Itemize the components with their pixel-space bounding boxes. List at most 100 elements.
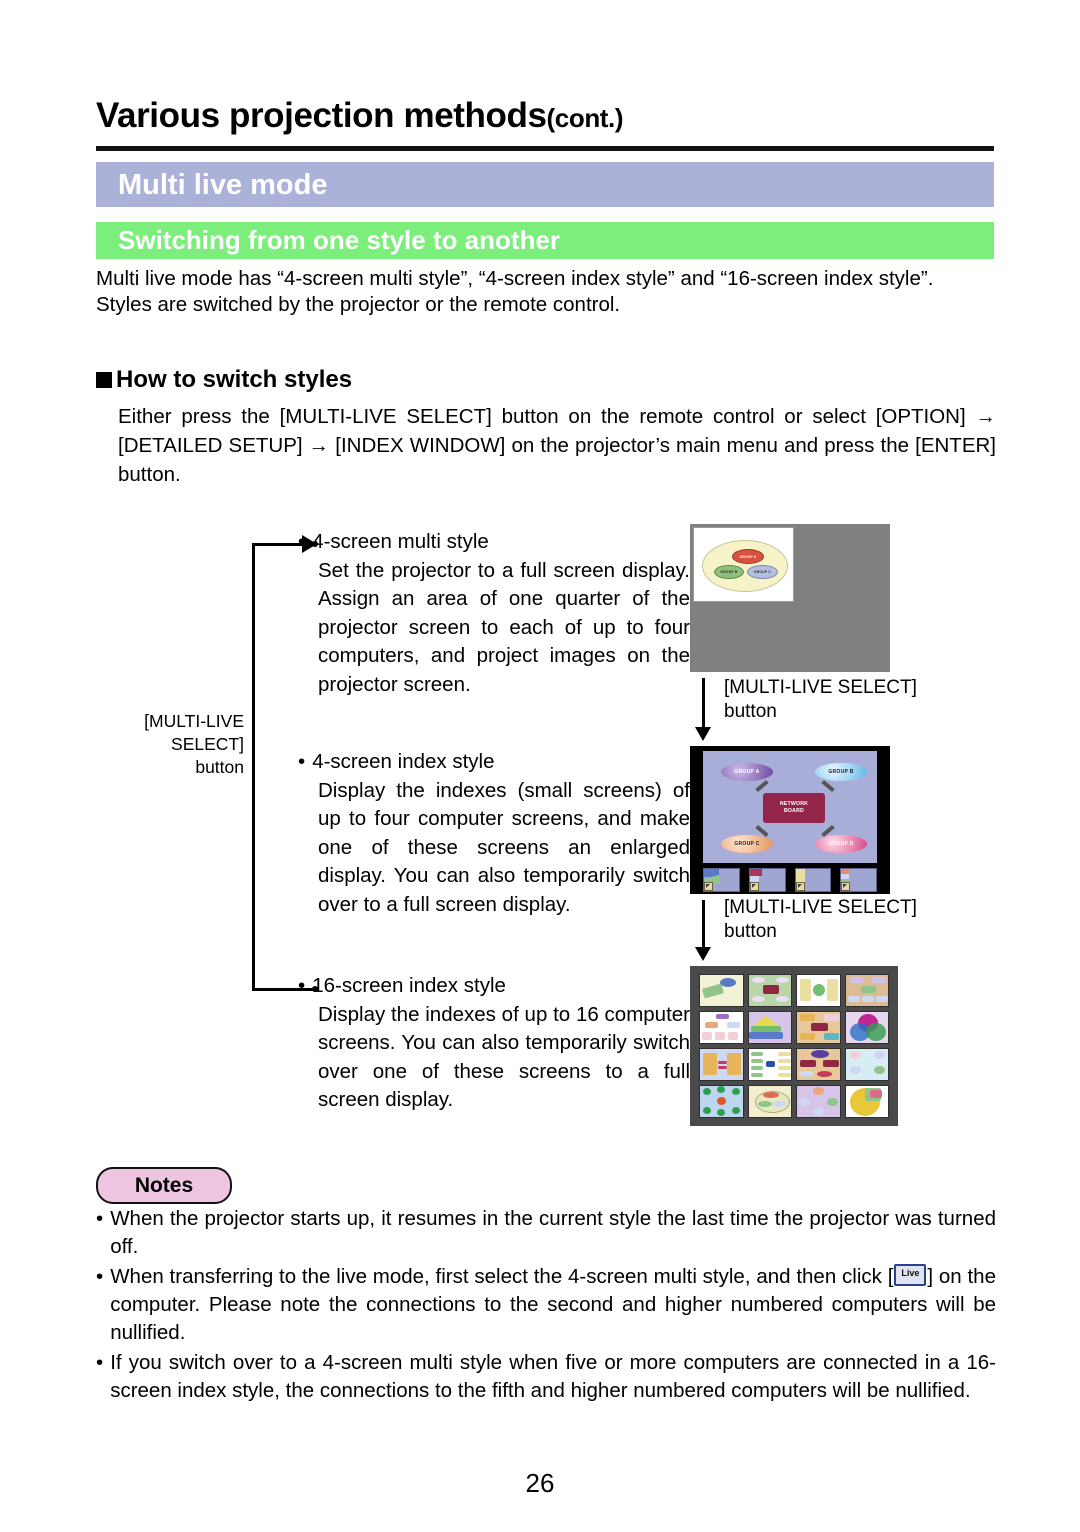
thumbnail-1-number-icon <box>704 882 713 891</box>
live-button-icon-label: Live <box>901 1268 920 1278</box>
subsection-bar: Switching from one style to another <box>96 222 994 259</box>
network-board-line2: BOARD <box>783 808 805 814</box>
network-board-line1: NETWORK <box>779 801 809 807</box>
page-title: Various projection methods(cont.) <box>96 96 996 136</box>
subsection-bar-label: Switching from one style to another <box>118 225 561 255</box>
intro-line-1: Multi live mode has “4-screen multi styl… <box>96 267 934 290</box>
intro-paragraphs: Multi live mode has “4-screen multi styl… <box>96 266 996 318</box>
group-a-ellipse: GROUP A <box>732 549 764 564</box>
grid-cell-11[interactable] <box>796 1048 841 1081</box>
thumbnail-2[interactable] <box>748 868 786 892</box>
grid-cell-12[interactable] <box>844 1048 889 1081</box>
howto-paragraph-text: Either press the [MULTI-LIVE SELECT] but… <box>118 405 996 486</box>
notes-list: • When the projector starts up, it resum… <box>96 1205 996 1407</box>
screenshot-16screen-index <box>690 966 898 1126</box>
left-label-line-3: button <box>195 757 244 777</box>
howto-heading: How to switch styles <box>96 366 352 394</box>
howto-heading-label: How to switch styles <box>116 366 353 393</box>
grid-cell-16[interactable] <box>844 1085 889 1118</box>
title-rule <box>96 146 994 151</box>
thumbnail-3[interactable] <box>794 868 832 892</box>
transition-label-2-line2: button <box>724 921 777 942</box>
group-b-ellipse: GROUP B <box>714 565 744 579</box>
styles-diagram: [MULTI-LIVE SELECT] button • 4-screen mu… <box>96 520 996 1150</box>
note-item: • When the projector starts up, it resum… <box>96 1205 996 1261</box>
grid-cell-6[interactable] <box>747 1011 792 1044</box>
grid-cell-3[interactable] <box>796 974 841 1007</box>
transition-arrow-2-icon <box>695 900 711 961</box>
thumbnail-2-number-icon <box>749 882 759 891</box>
thumbnail-1[interactable] <box>703 868 740 892</box>
index4-main-screen: GROUP A GROUP B GROUP C GROUP D NETWORK … <box>703 751 877 863</box>
note-bullet-3: • <box>96 1351 104 1374</box>
transition-label-1-line2: button <box>724 701 777 722</box>
square-bullet-icon <box>96 372 112 388</box>
index16-grid <box>699 974 889 1118</box>
nb-arrow-b-icon <box>821 779 835 793</box>
bullet-marker-3: • <box>298 974 306 997</box>
grid-cell-1[interactable] <box>699 974 744 1007</box>
group-d-node: GROUP D <box>815 835 867 853</box>
bullet-marker-1: • <box>298 530 306 553</box>
group-b-node: GROUP B <box>815 763 867 781</box>
note-bullet-2: • <box>96 1265 104 1288</box>
live-button-icon: Live <box>894 1264 927 1286</box>
network-board-node: NETWORK BOARD <box>763 793 825 823</box>
quadrant-window: GROUP A GROUP B GROUP C <box>693 527 794 602</box>
style-body-2: Display the indexes (small screens) of u… <box>318 778 690 916</box>
thumbnail-4-number-icon <box>841 882 851 891</box>
grid-cell-13[interactable] <box>699 1085 744 1118</box>
thumbnail-3-number-icon <box>795 882 805 891</box>
document-page: Various projection methods(cont.) Multi … <box>0 0 1080 1532</box>
chapter-title-text: Various projection methods <box>96 96 547 135</box>
nb-arrow-a-icon <box>755 779 769 793</box>
style-title-2: 4-screen index style <box>312 750 495 773</box>
transition-label-1-line1: [MULTI-LIVE SELECT] <box>724 677 917 698</box>
note-text-3: If you switch over to a 4-screen multi s… <box>110 1351 996 1402</box>
note-bullet-1: • <box>96 1207 104 1230</box>
left-label-line-1: [MULTI-LIVE <box>144 711 244 731</box>
grid-cell-10[interactable] <box>747 1048 792 1081</box>
transition-label-2: [MULTI-LIVE SELECT] button <box>724 896 917 944</box>
group-c-ellipse: GROUP C <box>747 565 778 579</box>
multi-live-select-left-label: [MULTI-LIVE SELECT] button <box>104 710 244 779</box>
chapter-title-cont: (cont.) <box>546 103 624 133</box>
notes-badge: Notes <box>96 1167 232 1204</box>
style-title-1: 4-screen multi style <box>312 530 489 553</box>
transition-label-2-line1: [MULTI-LIVE SELECT] <box>724 897 917 918</box>
style-body-1: Set the projector to a full screen displ… <box>318 558 690 696</box>
style-block-index4: • 4-screen index style Display the index… <box>298 748 690 919</box>
group-c-node: GROUP C <box>721 835 773 853</box>
grid-cell-9[interactable] <box>699 1048 744 1081</box>
grid-cell-4[interactable] <box>844 974 889 1007</box>
note-text-2: When transferring to the live mode, firs… <box>110 1263 996 1347</box>
notes-badge-label: Notes <box>134 1173 194 1197</box>
index4-thumbnail-strip <box>703 868 877 892</box>
group-a-node: GROUP A <box>721 763 773 781</box>
transition-label-1: [MULTI-LIVE SELECT] button <box>724 676 917 724</box>
screenshot-4screen-multi: GROUP A GROUP B GROUP C <box>690 524 890 672</box>
section-bar: Multi live mode <box>96 162 994 207</box>
section-bar-label: Multi live mode <box>118 169 328 201</box>
intro-line-2: Styles are switched by the projector or … <box>96 293 621 316</box>
note-text-1: When the projector starts up, it resumes… <box>110 1207 996 1258</box>
screenshot-4screen-index: GROUP A GROUP B GROUP C GROUP D NETWORK … <box>690 746 890 894</box>
grid-cell-15[interactable] <box>796 1085 841 1118</box>
page-number: 26 <box>525 1468 555 1498</box>
grid-cell-8[interactable] <box>844 1011 889 1044</box>
transition-arrow-1-icon <box>695 678 711 741</box>
venn-outer-ellipse <box>702 540 788 592</box>
grid-cell-5[interactable] <box>699 1011 744 1044</box>
bullet-marker-2: • <box>298 750 306 773</box>
style-block-multi: • 4-screen multi style Set the projector… <box>298 528 690 699</box>
note-item: • When transferring to the live mode, fi… <box>96 1263 996 1347</box>
grid-cell-7[interactable] <box>796 1011 841 1044</box>
note-text-2-before: When transferring to the live mode, firs… <box>110 1265 894 1288</box>
style-title-3: 16-screen index style <box>312 974 506 997</box>
screenshot-column: GROUP A GROUP B GROUP C [MULTI-LIVE SELE… <box>690 520 996 1150</box>
grid-cell-2[interactable] <box>747 974 792 1007</box>
connector-vertical-line <box>252 543 255 991</box>
grid-cell-14[interactable] <box>747 1085 792 1118</box>
howto-paragraph: Either press the [MULTI-LIVE SELECT] but… <box>118 402 996 489</box>
thumbnail-4[interactable] <box>840 868 877 892</box>
